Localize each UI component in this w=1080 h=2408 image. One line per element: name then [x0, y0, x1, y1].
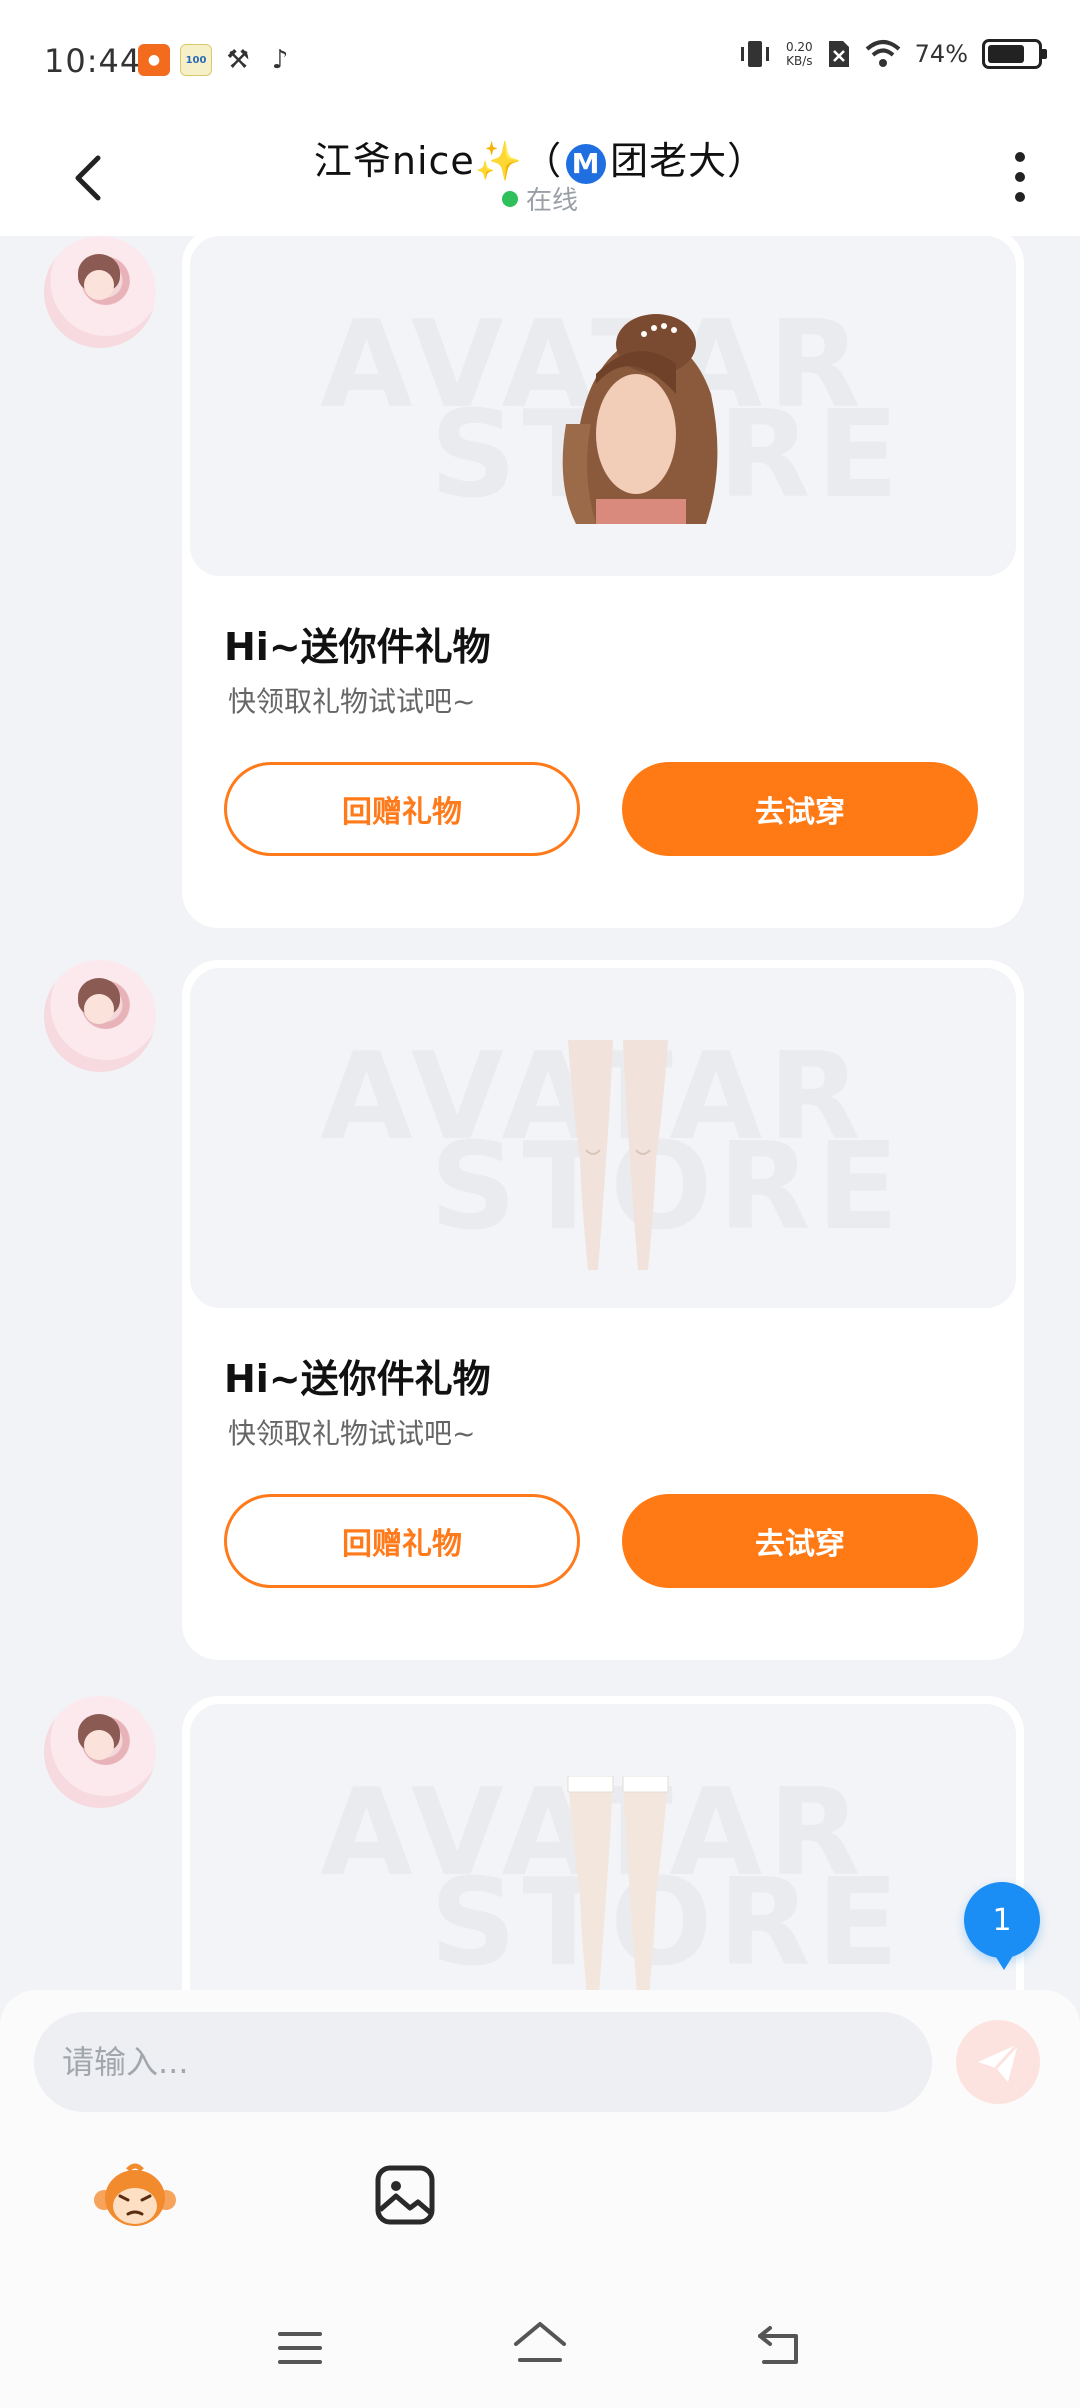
wifi-icon	[865, 40, 900, 67]
online-status: 在线	[0, 180, 1080, 217]
chat-title: 江爷nice✨（ M 团老大）	[0, 130, 1080, 185]
gift-image[interactable]: AVATAR STORE	[190, 968, 1016, 1308]
kuaishou-icon: ●	[138, 44, 170, 76]
gift-title: Hi~送你件礼物	[224, 1357, 491, 1401]
battery-fill	[988, 45, 1024, 63]
online-text: 在线	[525, 186, 578, 216]
nav-home-button[interactable]	[512, 2320, 568, 2370]
tiktok-icon: ♪	[271, 45, 289, 75]
gift-title: Hi~送你件礼物	[224, 625, 491, 669]
gift-card: AVATAR STORE	[182, 1696, 1024, 1992]
back-arrow-icon	[758, 2326, 798, 2364]
net-speed-value: 0.20	[785, 40, 813, 54]
net-speed: 0.20 KB/s	[786, 40, 813, 68]
dot-icon	[1015, 192, 1025, 202]
more-options-button[interactable]	[1000, 142, 1040, 212]
nav-back-button[interactable]	[754, 2322, 804, 2368]
gift-subtitle: 快领取礼物试试吧~	[228, 685, 476, 718]
nav-menu-button[interactable]	[276, 2328, 324, 2368]
message-list[interactable]: AVATAR STORE Hi~送你件礼物 快领取礼物试试吧~ 回赠礼物 去试穿…	[0, 236, 1080, 1992]
status-app-icons: ● 100 ⚒ ♪	[138, 44, 296, 76]
gift-card: AVATAR STORE Hi~送你件礼物 快领取礼物试试吧~ 回赠礼物 去试穿	[182, 960, 1024, 1660]
gift-image[interactable]: AVATAR STORE	[190, 1704, 1016, 1992]
monkey-emoji-icon	[94, 2163, 176, 2226]
sender-avatar[interactable]	[44, 236, 156, 348]
hair-item-image	[562, 314, 718, 524]
sender-avatar[interactable]	[44, 1696, 156, 1808]
no-sim-icon	[828, 41, 849, 67]
dot-icon	[1015, 152, 1025, 162]
send-button[interactable]	[956, 2020, 1040, 2104]
title-prefix: 江爷nice✨（	[313, 139, 563, 183]
sender-avatar[interactable]	[44, 960, 156, 1072]
send-icon	[978, 2042, 1020, 2082]
battery-icon	[982, 39, 1047, 69]
image-picker-button[interactable]	[374, 2164, 436, 2226]
status-time: 10:44	[44, 42, 142, 80]
gift-image[interactable]: AVATAR STORE	[190, 236, 1016, 576]
try-on-button[interactable]: 去试穿	[622, 762, 978, 856]
battery-percent: 74%	[914, 40, 968, 68]
menu-icon	[278, 2332, 322, 2364]
thigh-highs-item-image	[567, 1776, 669, 1992]
net-speed-unit: KB/s	[786, 54, 813, 68]
m-badge-icon: M	[566, 143, 607, 184]
status-indicators: 0.20 KB/s 74%	[738, 38, 1047, 70]
gift-card: AVATAR STORE Hi~送你件礼物 快领取礼物试试吧~ 回赠礼物 去试穿	[182, 236, 1024, 928]
return-gift-button[interactable]: 回赠礼物	[224, 762, 580, 856]
emoji-button[interactable]	[94, 2162, 176, 2232]
tools-icon: ⚒	[226, 45, 250, 75]
image-icon	[375, 2165, 435, 2225]
stockings-item-image	[568, 1040, 668, 1270]
home-icon	[514, 2322, 566, 2362]
dot-icon	[1015, 172, 1025, 182]
title-suffix: 团老大）	[610, 139, 767, 183]
gift-subtitle: 快领取礼物试试吧~	[228, 1417, 476, 1450]
try-on-button[interactable]: 去试穿	[622, 1494, 978, 1588]
message-input[interactable]	[34, 2012, 932, 2112]
chat-header: 江爷nice✨（ M 团老大） 在线	[0, 120, 1080, 236]
status-bar: 10:44 ● 100 ⚒ ♪ 0.20 KB/s 74%	[0, 0, 1080, 120]
unread-count-badge[interactable]: 1	[964, 1882, 1040, 1970]
return-gift-button[interactable]: 回赠礼物	[224, 1494, 580, 1588]
100-app-icon: 100	[180, 44, 212, 76]
online-dot-icon	[501, 190, 518, 207]
vibrate-icon	[740, 41, 769, 67]
